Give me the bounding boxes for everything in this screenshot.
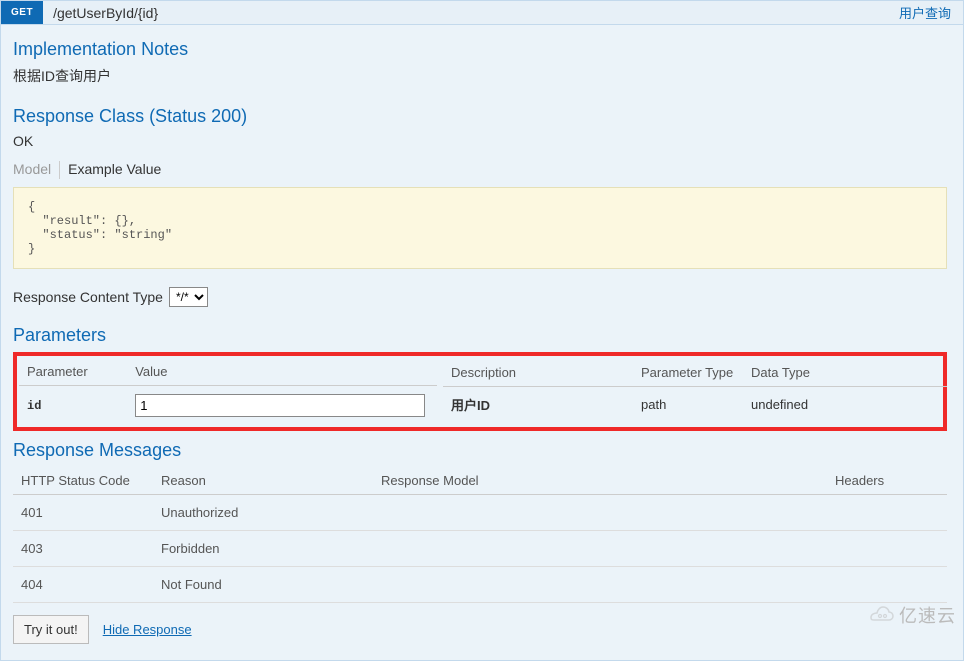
- table-row: 用户ID path undefined: [443, 387, 947, 423]
- parameters-title: Parameters: [13, 325, 947, 346]
- param-header-value: Value: [127, 358, 437, 386]
- param-header-parameter: Parameter: [19, 358, 127, 386]
- param-description-cell: 用户ID: [443, 387, 633, 423]
- response-content-type-label: Response Content Type: [13, 289, 163, 305]
- endpoint-summary: 用户查询: [899, 3, 951, 22]
- response-headers-cell: [827, 567, 947, 603]
- param-value-input[interactable]: [135, 394, 425, 417]
- operation-panel: GET /getUserById/{id} 用户查询 Implementatio…: [0, 0, 964, 661]
- parameters-table-highlighted: Parameter Value id: [19, 358, 437, 425]
- response-class-title: Response Class (Status 200): [13, 106, 947, 127]
- response-header-code: HTTP Status Code: [13, 467, 153, 495]
- response-header-headers: Headers: [827, 467, 947, 495]
- response-headers-cell: [827, 531, 947, 567]
- response-model-cell: [373, 495, 827, 531]
- implementation-notes-title: Implementation Notes: [13, 39, 947, 60]
- watermark-text: 亿速云: [899, 602, 956, 628]
- table-row: 403 Forbidden: [13, 531, 947, 567]
- param-name-cell: id: [19, 386, 127, 426]
- example-value-box[interactable]: { "result": {}, "status": "string" }: [13, 187, 947, 269]
- implementation-notes-text: 根据ID查询用户: [13, 66, 947, 86]
- response-model-cell: [373, 531, 827, 567]
- response-code-cell: 401: [13, 495, 153, 531]
- response-content-type-select[interactable]: */*: [169, 287, 208, 307]
- response-model-cell: [373, 567, 827, 603]
- table-row: 404 Not Found: [13, 567, 947, 603]
- table-row: id: [19, 386, 437, 426]
- http-method-badge: GET: [1, 1, 43, 24]
- endpoint-path: /getUserById/{id}: [53, 5, 899, 21]
- response-headers-cell: [827, 495, 947, 531]
- response-code-cell: 403: [13, 531, 153, 567]
- schema-tabs: Model Example Value: [13, 161, 947, 179]
- tab-example-value[interactable]: Example Value: [68, 161, 169, 179]
- response-reason-cell: Unauthorized: [153, 495, 373, 531]
- param-dtype-cell: undefined: [743, 387, 947, 423]
- parameters-table-rest: Description Parameter Type Data Type 用户I…: [443, 359, 947, 422]
- table-row: 401 Unauthorized: [13, 495, 947, 531]
- response-reason-cell: Forbidden: [153, 531, 373, 567]
- response-content-type-row: Response Content Type */*: [13, 287, 947, 307]
- operation-body: Implementation Notes 根据ID查询用户 Response C…: [1, 25, 963, 660]
- param-value-cell: [127, 386, 437, 426]
- watermark: 亿速云: [869, 602, 956, 628]
- response-code-cell: 404: [13, 567, 153, 603]
- response-class-text: OK: [13, 133, 947, 149]
- param-header-description: Description: [443, 359, 633, 387]
- response-messages-table: HTTP Status Code Reason Response Model H…: [13, 467, 947, 603]
- param-ptype-cell: path: [633, 387, 743, 423]
- try-it-out-button[interactable]: Try it out!: [13, 615, 89, 644]
- operation-header[interactable]: GET /getUserById/{id} 用户查询: [1, 1, 963, 25]
- param-header-dtype: Data Type: [743, 359, 947, 387]
- response-messages-title: Response Messages: [13, 440, 947, 461]
- response-reason-cell: Not Found: [153, 567, 373, 603]
- hide-response-link[interactable]: Hide Response: [103, 622, 192, 637]
- cloud-icon: [869, 606, 895, 624]
- actions-row: Try it out! Hide Response: [13, 615, 947, 644]
- tab-model[interactable]: Model: [13, 161, 60, 179]
- response-header-reason: Reason: [153, 467, 373, 495]
- param-header-ptype: Parameter Type: [633, 359, 743, 387]
- response-header-model: Response Model: [373, 467, 827, 495]
